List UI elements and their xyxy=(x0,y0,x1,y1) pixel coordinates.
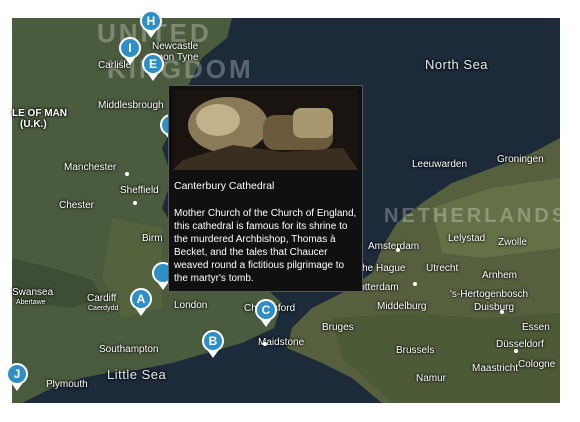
city-label: Bruges xyxy=(322,322,354,333)
city-label: Chester xyxy=(59,200,95,211)
location-pin[interactable]: B xyxy=(202,330,224,358)
city-label: Essen xyxy=(522,322,550,333)
city-label: LE OF MAN xyxy=(12,108,67,119)
city-label: Birm xyxy=(142,233,163,244)
city-label: Brussels xyxy=(396,345,435,356)
city-label: Middlesbrough xyxy=(98,100,164,111)
city-label: Zwolle xyxy=(498,237,527,248)
city-label: London xyxy=(174,300,208,311)
city-label: Arnhem xyxy=(482,270,518,281)
city-label: Duisburg xyxy=(474,302,515,313)
city-label: Plymouth xyxy=(46,379,88,390)
city-label: Utrecht xyxy=(426,263,459,274)
city-marker xyxy=(263,342,267,346)
region-label: NETHERLANDS xyxy=(384,205,569,227)
location-pin[interactable]: J xyxy=(6,363,28,391)
city-label: Lelystad xyxy=(448,233,486,244)
city-label: Sheffield xyxy=(120,185,159,196)
popup-title: Canterbury Cathedral xyxy=(174,180,275,192)
location-pin[interactable]: C xyxy=(255,299,277,327)
city-label: Newcastle xyxy=(152,41,199,52)
city-label: Middelburg xyxy=(377,301,427,312)
city-label: (U.K.) xyxy=(20,119,47,130)
city-marker xyxy=(500,310,504,314)
location-pin[interactable]: E xyxy=(142,53,164,81)
sea-label: North Sea xyxy=(425,57,489,72)
city-label: Southampton xyxy=(99,344,159,355)
city-label: Caerdydd xyxy=(88,305,119,312)
city-label: Abertawe xyxy=(16,299,46,306)
city-label: Manchester xyxy=(64,162,117,173)
city-label: Namur xyxy=(416,373,447,384)
city-marker xyxy=(396,248,400,252)
city-marker xyxy=(413,282,417,286)
city-label: Leeuwarden xyxy=(412,159,468,170)
city-label: Swansea xyxy=(12,287,54,298)
location-pin[interactable]: H xyxy=(140,10,162,38)
cathedral-photo xyxy=(173,90,358,170)
city-label: Düsseldorf xyxy=(496,339,544,350)
city-marker xyxy=(514,349,518,353)
city-label: Amsterdam xyxy=(368,241,420,252)
city-label: Cardiff xyxy=(87,293,117,304)
location-pin[interactable]: I xyxy=(119,37,141,65)
sea-label: Little Sea xyxy=(107,367,167,382)
city-label: Groningen xyxy=(497,154,544,165)
city-label: The Hague xyxy=(356,263,406,274)
city-label: Cologne xyxy=(518,359,556,370)
city-marker xyxy=(125,172,129,176)
city-marker xyxy=(133,201,137,205)
city-label: Maastricht xyxy=(472,363,519,374)
popup-description: Mother Church of the Church of England, … xyxy=(174,208,357,284)
location-pin[interactable]: A xyxy=(130,288,152,316)
city-label: 's-Hertogenbosch xyxy=(450,289,529,300)
info-popup[interactable]: Canterbury Cathedral Mother Church of th… xyxy=(168,85,363,292)
